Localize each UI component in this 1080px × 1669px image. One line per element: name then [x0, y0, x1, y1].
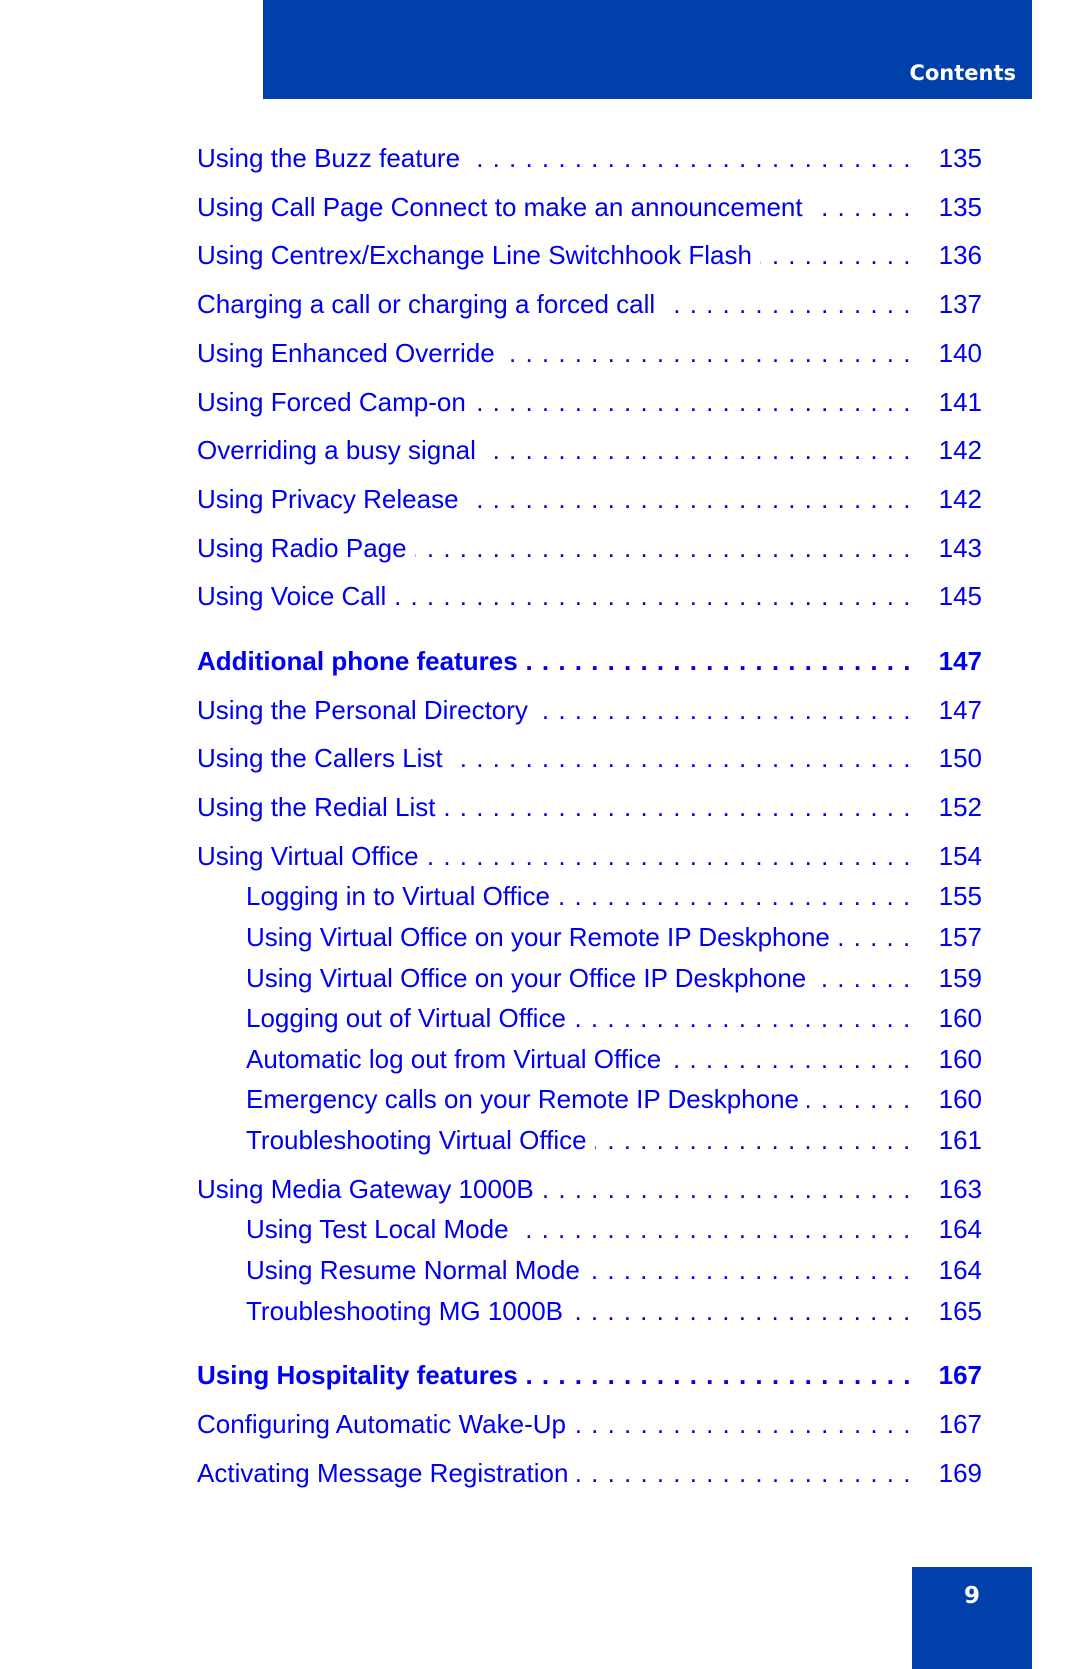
toc-page-number: 167	[938, 1360, 982, 1390]
toc-page-number: 152	[938, 792, 982, 822]
toc-entry-label: Using Test Local Mode	[246, 1212, 517, 1246]
toc-entry[interactable]: ........................................…	[197, 190, 982, 224]
header-banner: Contents	[263, 0, 1032, 99]
toc-page-number: 145	[938, 581, 982, 611]
toc-page-number: 160	[938, 1084, 982, 1114]
toc-entry-label: Using Virtual Office on your Remote IP D…	[246, 920, 838, 954]
toc-entry[interactable]: ........................................…	[197, 1172, 982, 1206]
toc-page-number: 147	[938, 695, 982, 725]
toc-entry[interactable]: ........................................…	[197, 839, 982, 873]
toc-entry[interactable]: ........................................…	[197, 531, 982, 565]
toc-entry-label: Using Virtual Office	[197, 839, 427, 873]
toc-subentry[interactable]: ........................................…	[246, 1001, 982, 1035]
toc-entry[interactable]: ........................................…	[197, 693, 982, 727]
toc-entry-label: Automatic log out from Virtual Office	[246, 1042, 670, 1076]
toc-page-number: 160	[938, 1044, 982, 1074]
toc-entry-label: Using Enhanced Override	[197, 336, 503, 370]
toc-entry-label: Using the Redial List	[197, 790, 444, 824]
toc-entry-label: Additional phone features	[197, 644, 526, 678]
toc-page-number: 142	[938, 435, 982, 465]
toc-page-number: 143	[938, 533, 982, 563]
toc-page-number: 164	[938, 1255, 982, 1285]
toc-page-number: 135	[938, 143, 982, 173]
toc-entry-label: Using Voice Call	[197, 579, 395, 613]
toc-page-number: 147	[938, 646, 982, 676]
page-number-box: 9	[912, 1567, 1032, 1669]
toc-page-number: 137	[938, 289, 982, 319]
toc-page-number: 142	[938, 484, 982, 514]
toc-entry[interactable]: ........................................…	[197, 336, 982, 370]
toc-entry-label: Using Hospitality features	[197, 1358, 526, 1392]
toc-subentry[interactable]: ........................................…	[246, 879, 982, 913]
toc-entry[interactable]: ........................................…	[197, 790, 982, 824]
toc-entry-label: Troubleshooting MG 1000B	[246, 1294, 572, 1328]
toc-entry[interactable]: ........................................…	[197, 741, 982, 775]
toc-entry[interactable]: ........................................…	[197, 238, 982, 272]
toc-entry-label: Using Call Page Connect to make an annou…	[197, 190, 811, 224]
toc-page-number: 164	[938, 1214, 982, 1244]
toc-entry-label: Troubleshooting Virtual Office	[246, 1123, 595, 1157]
toc-entry[interactable]: ........................................…	[197, 141, 982, 175]
toc-entry-label: Overriding a busy signal	[197, 433, 484, 467]
toc-page-number: 150	[938, 743, 982, 773]
toc-section-heading[interactable]: ........................................…	[197, 1358, 982, 1392]
toc-entry-label: Using the Personal Directory	[197, 693, 536, 727]
page-title: Contents	[909, 61, 1016, 85]
toc-page-number: 159	[938, 963, 982, 993]
toc-subentry[interactable]: ........................................…	[246, 1212, 982, 1246]
toc-section-heading[interactable]: ........................................…	[197, 644, 982, 678]
toc-entry-label: Using Centrex/Exchange Line Switchhook F…	[197, 238, 760, 272]
toc-subentry[interactable]: ........................................…	[246, 1123, 982, 1157]
toc-entry-label: Charging a call or charging a forced cal…	[197, 287, 664, 321]
toc-entry-label: Using Radio Page	[197, 531, 415, 565]
toc-page-number: 167	[938, 1409, 982, 1439]
toc-entry-label: Using the Buzz feature	[197, 141, 469, 175]
toc-subentry[interactable]: ........................................…	[246, 1253, 982, 1287]
toc-page-number: 135	[938, 192, 982, 222]
toc-entry[interactable]: ........................................…	[197, 433, 982, 467]
toc-page-number: 163	[938, 1174, 982, 1204]
toc-subentry[interactable]: ........................................…	[246, 1082, 982, 1116]
toc-page-number: 169	[938, 1458, 982, 1488]
toc-page-number: 136	[938, 240, 982, 270]
toc-entry-label: Logging out of Virtual Office	[246, 1001, 574, 1035]
toc-entry-label: Using Virtual Office on your Office IP D…	[246, 961, 815, 995]
toc-page-number: 140	[938, 338, 982, 368]
toc-entry[interactable]: ........................................…	[197, 385, 982, 419]
toc-page-number: 165	[938, 1296, 982, 1326]
toc-entry[interactable]: ........................................…	[197, 1407, 982, 1441]
toc-page-number: 155	[938, 881, 982, 911]
toc-entry-label: Emergency calls on your Remote IP Deskph…	[246, 1082, 808, 1116]
toc-page-number: 141	[938, 387, 982, 417]
toc-entry[interactable]: ........................................…	[197, 482, 982, 516]
toc-entry[interactable]: ........................................…	[197, 579, 982, 613]
toc-entry[interactable]: ........................................…	[197, 287, 982, 321]
toc-page-number: 160	[938, 1003, 982, 1033]
toc-entry-label: Using the Callers List	[197, 741, 451, 775]
toc-page-number: 154	[938, 841, 982, 871]
toc-entry[interactable]: ........................................…	[197, 1456, 982, 1490]
toc-entry-label: Activating Message Registration	[197, 1456, 577, 1490]
toc-entry-label: Using Forced Camp-on	[197, 385, 474, 419]
toc-entry-label: Using Privacy Release	[197, 482, 467, 516]
toc-entry-label: Logging in to Virtual Office	[246, 879, 559, 913]
toc-page-number: 157	[938, 922, 982, 952]
toc-entry-label: Using Media Gateway 1000B	[197, 1172, 542, 1206]
toc-subentry[interactable]: ........................................…	[246, 961, 982, 995]
toc-entry-label: Configuring Automatic Wake-Up	[197, 1407, 574, 1441]
toc-subentry[interactable]: ........................................…	[246, 1042, 982, 1076]
page-number: 9	[963, 1583, 980, 1609]
toc-subentry[interactable]: ........................................…	[246, 920, 982, 954]
toc-entry-label: Using Resume Normal Mode	[246, 1253, 588, 1287]
toc-subentry[interactable]: ........................................…	[246, 1294, 982, 1328]
toc-page-number: 161	[938, 1125, 982, 1155]
